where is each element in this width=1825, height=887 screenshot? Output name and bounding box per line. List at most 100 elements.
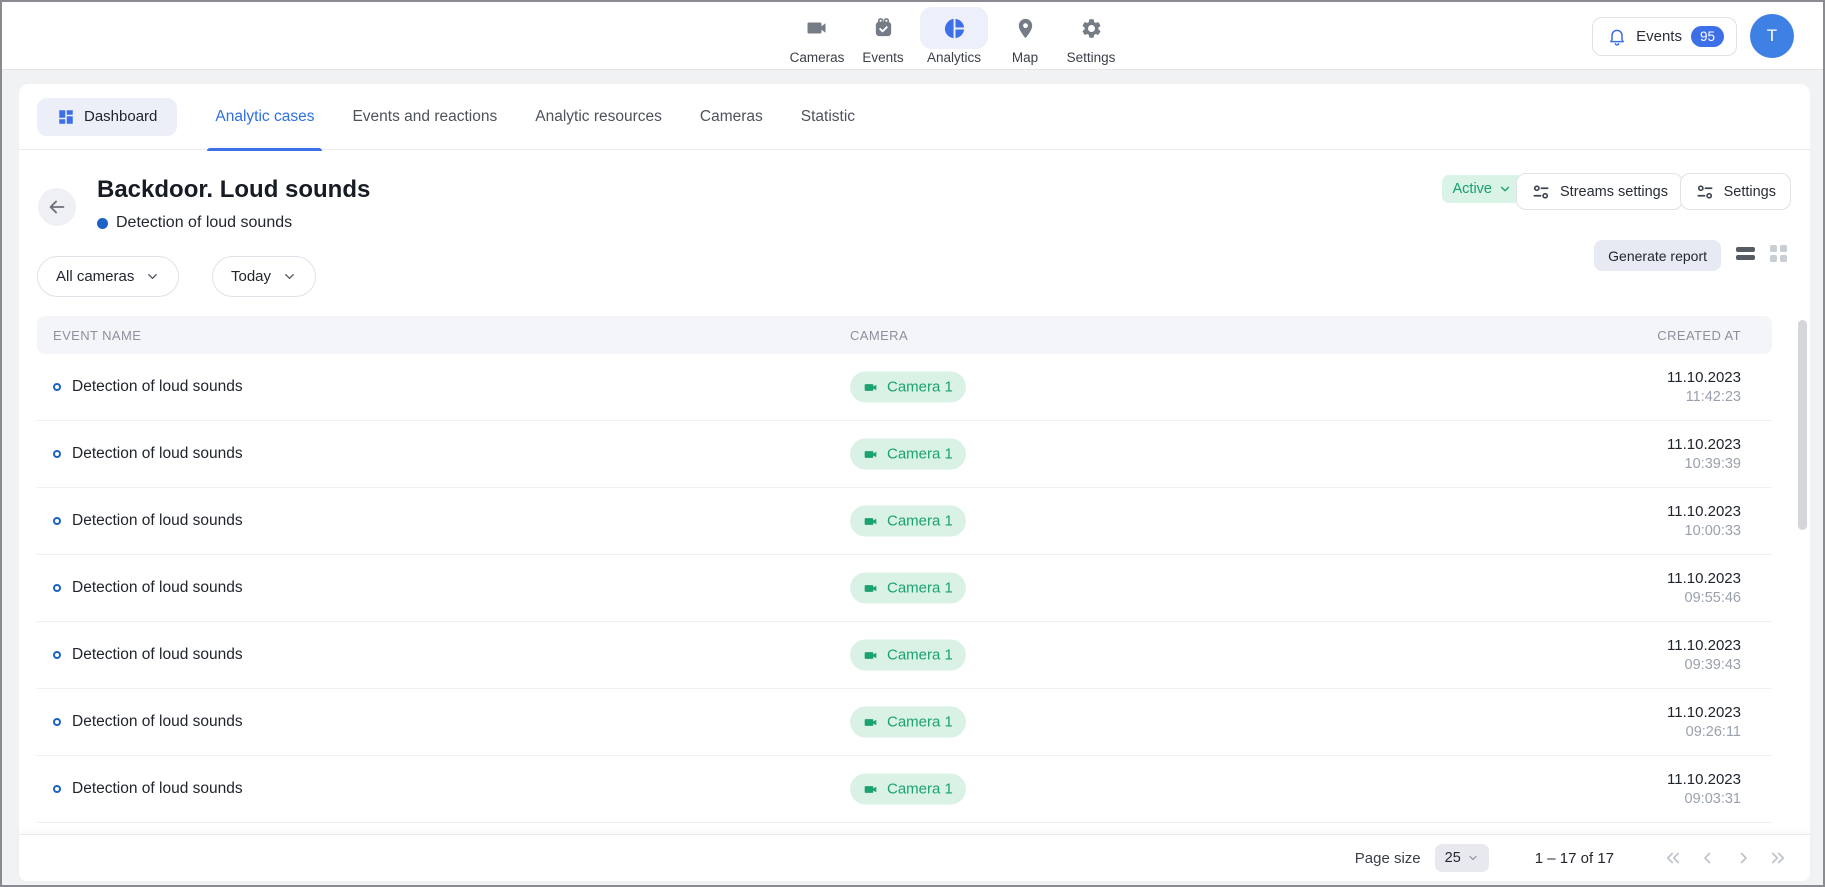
status-dropdown[interactable]: Active	[1442, 175, 1524, 203]
column-header-event-name: EVENT NAME	[53, 328, 141, 343]
videocam-icon	[863, 647, 879, 663]
event-ring-icon	[53, 383, 61, 391]
created-at-cell: 11.10.202310:39:39	[1667, 436, 1741, 472]
back-button[interactable]	[38, 188, 76, 226]
event-date: 11.10.2023	[1667, 503, 1741, 520]
table-row[interactable]: Detection of loud sounds Camera 1 11.10.…	[37, 689, 1772, 756]
date-filter-dropdown[interactable]: Today	[212, 256, 316, 297]
event-name: Detection of loud sounds	[72, 512, 243, 530]
tab-analytic-cases[interactable]: Analytic cases	[215, 84, 314, 150]
event-time: 09:03:31	[1667, 791, 1741, 807]
main-nav: Cameras Events Analytics	[788, 2, 1120, 69]
page-size-value: 25	[1445, 850, 1461, 866]
page-subtitle: Detection of loud sounds	[97, 214, 292, 232]
videocam-icon	[863, 714, 879, 730]
list-view-icon[interactable]	[1736, 245, 1755, 262]
grid-view-icon[interactable]	[1770, 245, 1787, 262]
tab-label: Dashboard	[84, 108, 157, 125]
first-page-icon[interactable]	[1664, 849, 1682, 867]
videocam-icon	[863, 446, 879, 462]
created-at-cell: 11.10.202309:55:46	[1667, 570, 1741, 606]
view-toggles	[1736, 245, 1787, 262]
camera-badge-label: Camera 1	[887, 714, 953, 731]
nav-label: Map	[1012, 50, 1038, 65]
event-ring-icon	[53, 785, 61, 793]
camera-badge-label: Camera 1	[887, 647, 953, 664]
camera-filter-dropdown[interactable]: All cameras	[37, 256, 179, 297]
event-name: Detection of loud sounds	[72, 445, 243, 463]
camera-badge[interactable]: Camera 1	[850, 774, 966, 805]
nav-item-map[interactable]: Map	[996, 7, 1054, 65]
avatar[interactable]: T	[1750, 14, 1794, 58]
tab-events-and-reactions[interactable]: Events and reactions	[352, 84, 497, 150]
tab-cameras[interactable]: Cameras	[700, 84, 763, 150]
table-row[interactable]: Detection of loud sounds Camera 1 11.10.…	[37, 555, 1772, 622]
nav-label: Analytics	[927, 50, 981, 65]
tab-label: Cameras	[700, 108, 763, 126]
camera-badge[interactable]: Camera 1	[850, 573, 966, 604]
tab-analytic-resources[interactable]: Analytic resources	[535, 84, 662, 150]
camera-badge[interactable]: Camera 1	[850, 506, 966, 537]
nav-item-settings[interactable]: Settings	[1062, 7, 1120, 65]
status-label: Active	[1453, 181, 1493, 197]
created-at-cell: 11.10.2023 09:26:11	[1667, 704, 1741, 740]
table-header: EVENT NAME CAMERA CREATED AT	[37, 316, 1772, 354]
nav-item-analytics[interactable]: Analytics	[920, 7, 988, 65]
event-time: 10:00:33	[1667, 523, 1741, 539]
last-page-icon[interactable]	[1769, 849, 1787, 867]
camera-badge[interactable]: Camera 1	[850, 372, 966, 403]
camera-badge[interactable]: Camera 1	[850, 439, 966, 470]
tab-label: Events and reactions	[352, 108, 497, 126]
generate-report-button[interactable]: Generate report	[1594, 240, 1721, 271]
case-settings-button[interactable]: Settings	[1680, 173, 1791, 210]
camera-badge[interactable]: Camera 1	[850, 640, 966, 671]
chevron-down-icon	[1498, 182, 1512, 196]
created-at-cell: 11.10.202309:39:43	[1667, 637, 1741, 673]
camera-filter-value: All cameras	[56, 268, 134, 285]
table-row[interactable]: Detection of loud sounds Camera 1 11.10.…	[37, 622, 1772, 689]
created-at-cell: 11.10.202311:42:23	[1667, 369, 1741, 405]
events-button-label: Events	[1636, 28, 1682, 45]
camera-badge-label: Camera 1	[887, 580, 953, 597]
next-page-icon[interactable]	[1734, 849, 1752, 867]
gear-icon	[1062, 7, 1120, 49]
table-row[interactable]: Detection of loud sounds Camera 1 11.10.…	[37, 756, 1772, 823]
event-name: Detection of loud sounds	[72, 713, 243, 731]
content-card: Dashboard Analytic cases Events and reac…	[19, 84, 1810, 881]
page-title: Backdoor. Loud sounds	[97, 176, 370, 204]
tabs-row: Dashboard Analytic cases Events and reac…	[19, 84, 1810, 150]
events-notifications-button[interactable]: Events 95	[1592, 17, 1737, 56]
table-row[interactable]: Detection of loud sounds Camera 1 11.10.…	[37, 421, 1772, 488]
events-icon	[854, 7, 912, 49]
created-at-cell: 11.10.2023 10:00:33	[1667, 503, 1741, 539]
pagination-footer: Page size 25 1 – 17 of 17	[19, 834, 1810, 881]
events-count-badge: 95	[1691, 26, 1724, 47]
event-date: 11.10.2023	[1667, 704, 1741, 721]
tab-statistic[interactable]: Statistic	[801, 84, 855, 150]
nav-label: Events	[862, 50, 903, 65]
table-row[interactable]: Detection of loud sounds Camera 1 11.10.…	[37, 354, 1772, 421]
table-row[interactable]: Detection of loud sounds Camera 1 11.10.…	[37, 488, 1772, 555]
column-header-camera: CAMERA	[850, 328, 908, 343]
event-date: 11.10.2023	[1667, 369, 1741, 386]
event-ring-icon	[53, 718, 61, 726]
event-time: 09:26:11	[1667, 724, 1741, 740]
page-size-dropdown[interactable]: 25	[1435, 844, 1489, 872]
bell-icon	[1607, 27, 1627, 47]
case-type-dot-icon	[97, 218, 108, 229]
previous-page-icon[interactable]	[1699, 849, 1717, 867]
nav-item-cameras[interactable]: Cameras	[788, 7, 846, 65]
event-ring-icon	[53, 450, 61, 458]
top-bar: Cameras Events Analytics	[2, 2, 1823, 70]
nav-item-events[interactable]: Events	[854, 7, 912, 65]
tab-label: Statistic	[801, 108, 855, 126]
camera-badge[interactable]: Camera 1	[850, 707, 966, 738]
tab-dashboard[interactable]: Dashboard	[37, 98, 177, 136]
event-ring-icon	[53, 517, 61, 525]
event-time: 10:39:39	[1667, 456, 1741, 472]
chevron-down-icon	[145, 269, 160, 284]
streams-settings-button[interactable]: Streams settings	[1516, 173, 1683, 210]
map-pin-icon	[996, 7, 1054, 49]
vertical-scrollbar[interactable]	[1798, 320, 1807, 530]
event-time: 09:55:46	[1667, 590, 1741, 606]
